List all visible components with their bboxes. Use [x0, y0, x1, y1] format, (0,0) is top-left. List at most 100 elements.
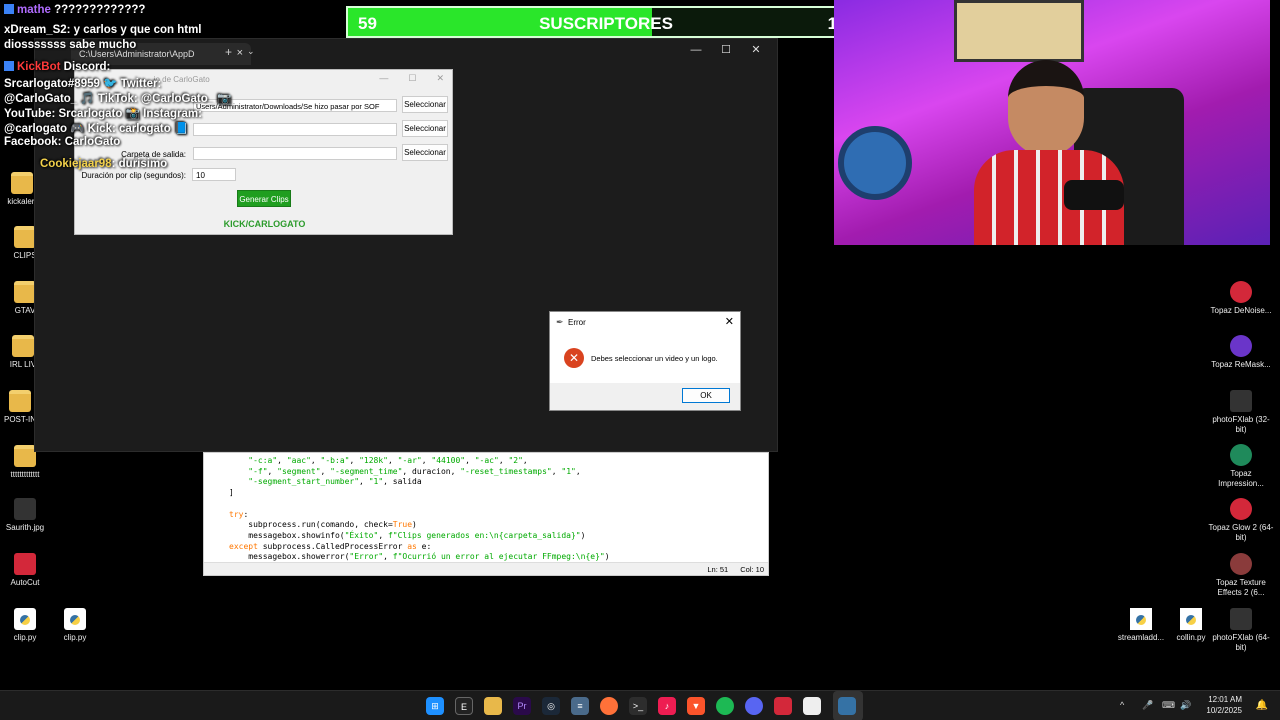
- error-footer: OK: [550, 383, 740, 410]
- chat-text: durisimo: [118, 158, 168, 170]
- status-col: Col: 10: [740, 565, 764, 574]
- logo-path-input[interactable]: [193, 123, 397, 136]
- chat-text: ?????????????: [54, 4, 146, 16]
- microphone-icon[interactable]: 🎤: [1142, 700, 1153, 711]
- image-file-icon: [14, 498, 36, 520]
- app-close-button[interactable]: ✕: [436, 73, 444, 83]
- webcam-feed: [834, 0, 1270, 245]
- chat-message: diosssssss sabe mucho: [4, 39, 137, 51]
- code-editor[interactable]: "-c:a", "aac", "-b:a", "128k", "-ar", "4…: [203, 452, 769, 576]
- error-x-icon: ✕: [564, 348, 584, 368]
- folder-icon: [11, 172, 33, 194]
- steam-icon[interactable]: ◎: [542, 697, 560, 715]
- chat-text: Discord:: [63, 61, 111, 73]
- desktop-icon-clip-py-2[interactable]: clip.py: [45, 608, 105, 642]
- desktop-icon-collin[interactable]: collin.py: [1158, 608, 1224, 643]
- premiere-pro-icon[interactable]: Pr: [513, 697, 531, 715]
- mod-badge-icon: [4, 4, 14, 14]
- file-icon[interactable]: [803, 697, 821, 715]
- firefox-icon[interactable]: [600, 697, 618, 715]
- folder-icon: [12, 335, 34, 357]
- code-text[interactable]: "-c:a", "aac", "-b:a", "128k", "-ar", "4…: [204, 453, 768, 563]
- desktop-icon-topaz-remask[interactable]: Topaz ReMask...: [1208, 335, 1274, 370]
- brave-icon[interactable]: ▼: [687, 697, 705, 715]
- volume-icon[interactable]: 🔊: [1180, 700, 1191, 711]
- duration-row: Duración por clip (segundos): 10: [75, 168, 454, 186]
- topaz-icon: [1230, 444, 1252, 466]
- app-footer-label: KICK/CARLOGATO: [223, 219, 306, 229]
- streamer-image: [974, 60, 1124, 245]
- desktop-icon-autocut[interactable]: AutoCut: [0, 553, 55, 587]
- clock-date: 10/2/2025: [1206, 706, 1242, 715]
- select-logo-button[interactable]: Seleccionar: [402, 120, 448, 137]
- folder-icon: [14, 281, 36, 303]
- error-dialog: ✒ Error ✕ ✕ Debes seleccionar un video y…: [549, 311, 741, 411]
- photofx-icon: [1230, 390, 1252, 412]
- poster-image: [954, 0, 1084, 62]
- maximize-button[interactable]: ☐: [711, 43, 741, 56]
- python-file-icon: [1180, 608, 1202, 630]
- app-window-controls: — ☐ ✕: [359, 73, 444, 84]
- duration-input[interactable]: 10: [192, 168, 236, 181]
- notification-bell-icon[interactable]: 🔔: [1256, 700, 1268, 711]
- topaz-icon: [1230, 281, 1252, 303]
- error-title-bar: ✒ Error ✕: [550, 312, 740, 332]
- epic-games-icon[interactable]: E: [455, 697, 473, 715]
- select-output-button[interactable]: Seleccionar: [402, 144, 448, 161]
- app-icon: [14, 553, 36, 575]
- tiktok-icon[interactable]: ♪: [658, 697, 676, 715]
- bot-badge-icon: [4, 61, 14, 71]
- network-icon[interactable]: ⌨: [1162, 700, 1175, 711]
- tab-menu-chevron-icon[interactable]: ⌄: [247, 46, 255, 57]
- error-message: Debes seleccionar un video y un logo.: [591, 354, 718, 363]
- new-tab-icon[interactable]: +: [225, 45, 232, 59]
- terminal-icon[interactable]: >_: [629, 697, 647, 715]
- desktop-icon-photofxlab-32[interactable]: photoFXlab (32-bit): [1208, 390, 1274, 434]
- topaz-icon: [1230, 553, 1252, 575]
- chat-username: Cookiejaar98: [40, 158, 112, 170]
- generate-clips-button[interactable]: Generar Clips: [237, 190, 291, 207]
- python-idle-icon[interactable]: [838, 697, 856, 715]
- tray-overflow-icon[interactable]: ^: [1120, 700, 1124, 710]
- app-maximize-button[interactable]: ☐: [408, 73, 416, 83]
- chat-message: Srcarlogato#8959 🐦 Twitter:: [4, 78, 162, 90]
- clock-time: 12:01 AM: [1208, 695, 1242, 704]
- desktop-icon-topaz-glow[interactable]: Topaz Glow 2 (64-bit): [1208, 498, 1274, 542]
- app-minimize-button[interactable]: —: [379, 73, 388, 83]
- close-tab-icon[interactable]: ×: [237, 47, 243, 59]
- python-file-icon: [64, 608, 86, 630]
- topaz-icon: [1230, 335, 1252, 357]
- clock[interactable]: 12:01 AM 10/2/2025: [1206, 694, 1242, 716]
- select-video-button[interactable]: Seleccionar: [402, 96, 448, 113]
- chat-message: Facebook: CarloGato: [4, 136, 121, 148]
- close-button[interactable]: ✕: [741, 43, 771, 56]
- file-explorer-icon[interactable]: [484, 697, 502, 715]
- discord-icon[interactable]: [745, 697, 763, 715]
- chat-message: YouTube: Srcarlogato 📸 Instagram:: [4, 108, 202, 120]
- python-file-icon: [1130, 608, 1152, 630]
- chat-username: mathe: [17, 4, 51, 16]
- error-close-button[interactable]: ✕: [725, 315, 734, 328]
- folder-icon: [14, 445, 36, 467]
- taskbar: ⊞ E Pr ◎ ≡ >_ ♪ ▼ ^ 🎤 ⌨ 🔊 12:01 AM 10/2/…: [0, 690, 1280, 720]
- folder-icon: [9, 390, 31, 412]
- capcut-icon[interactable]: [774, 697, 792, 715]
- chat-message: KickBot Discord:: [4, 61, 110, 73]
- spotify-icon[interactable]: [716, 697, 734, 715]
- chat-message: @CarloGato_ 🎵 TikTok: @CarloGato_ 📷: [4, 93, 232, 105]
- windows-start-icon[interactable]: ⊞: [426, 697, 444, 715]
- error-body: ✕ Debes seleccionar un video y un logo.: [550, 332, 740, 384]
- desktop-icon-topaz-texture[interactable]: Topaz Texture Effects 2 (6...: [1208, 553, 1274, 597]
- chat-message: @carlogato 🎮 Kick: carlogato 📘: [4, 123, 189, 135]
- notepad-icon[interactable]: ≡: [571, 697, 589, 715]
- subscriber-label: SUSCRIPTORES: [539, 14, 673, 33]
- desktop-icon-saurith[interactable]: Saurith.jpg: [0, 498, 55, 532]
- editor-status-bar: Ln: 51 Col: 10: [204, 562, 768, 575]
- desktop-icon-topaz-denoise[interactable]: Topaz DeNoise...: [1208, 281, 1274, 316]
- minimize-button[interactable]: —: [681, 44, 711, 56]
- subscriber-goal-bar: 59 SUSCRIPTORES 100: [346, 6, 866, 38]
- chat-message: mathe ?????????????: [4, 4, 145, 16]
- output-folder-input[interactable]: [193, 147, 397, 160]
- desktop-icon-topaz-impression[interactable]: Topaz Impression...: [1208, 444, 1274, 488]
- ok-button[interactable]: OK: [682, 388, 730, 403]
